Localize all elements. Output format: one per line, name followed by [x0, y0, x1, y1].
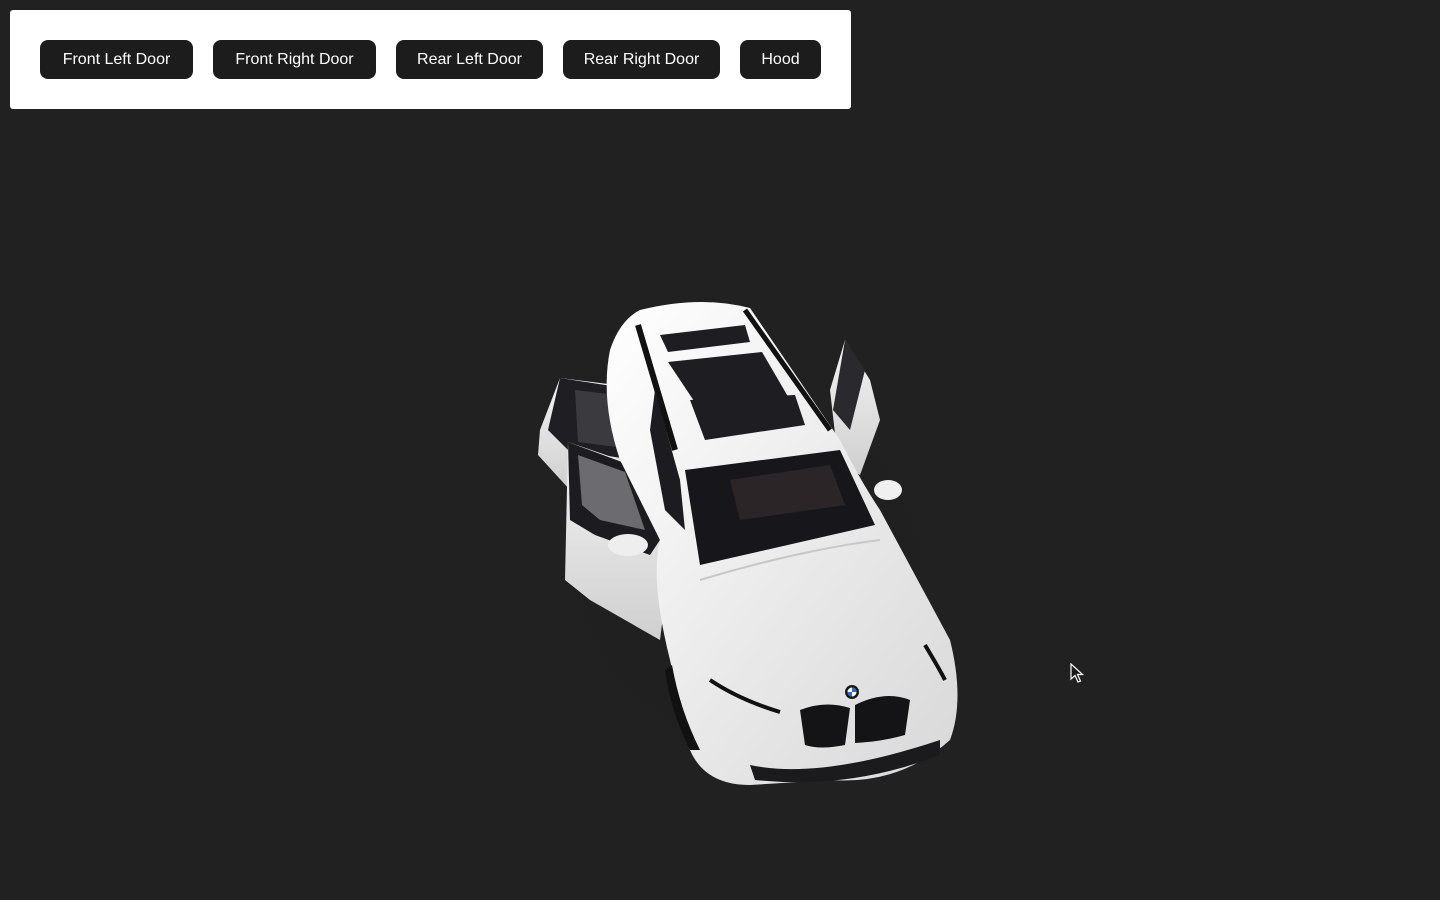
mouse-cursor-icon — [1070, 663, 1084, 683]
bmw-roundel-icon — [845, 685, 859, 699]
door-control-panel: Front Left Door Front Right Door Rear Le… — [10, 10, 851, 109]
3d-viewport[interactable] — [0, 0, 1440, 900]
front-right-door-button[interactable]: Front Right Door — [213, 40, 376, 79]
rear-left-door-button[interactable]: Rear Left Door — [396, 40, 543, 79]
hood-button[interactable]: Hood — [740, 40, 821, 79]
front-left-door-button[interactable]: Front Left Door — [40, 40, 193, 79]
car-model[interactable] — [500, 280, 1000, 800]
rear-right-door-button[interactable]: Rear Right Door — [563, 40, 720, 79]
kidney-grille-left — [800, 704, 850, 748]
